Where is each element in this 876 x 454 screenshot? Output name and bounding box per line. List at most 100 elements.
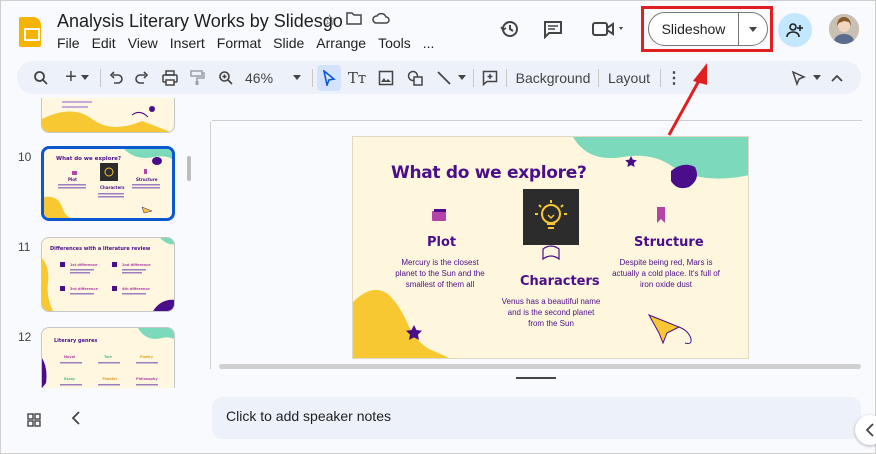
filmstrip-scrollbar[interactable] (187, 156, 191, 181)
svg-text:Philosophy: Philosophy (136, 377, 158, 381)
toolbar-divider (598, 69, 599, 87)
menu-slide[interactable]: Slide (273, 35, 310, 51)
version-history-icon[interactable] (498, 17, 522, 41)
thumb-title-10: What do we explore? (56, 156, 121, 162)
chevron-left-icon (865, 423, 874, 437)
print-icon[interactable] (158, 61, 182, 94)
structure-text[interactable]: Despite being red, Mars is actually a co… (611, 257, 721, 290)
avatar[interactable] (829, 14, 859, 44)
toolbar-divider (100, 69, 101, 87)
add-comment-icon[interactable] (478, 61, 502, 94)
zoom-value: 46% (245, 69, 274, 86)
menu-tools[interactable]: Tools (378, 35, 417, 51)
star-icon[interactable]: ☆ (323, 11, 336, 29)
slide-thumbnail-12[interactable]: Literary genres Novel Tale Poetry Essay … (41, 327, 175, 388)
slides-logo[interactable] (19, 17, 41, 47)
text-box-icon[interactable]: Tт (345, 61, 369, 94)
collapse-filmstrip-icon[interactable] (71, 411, 81, 430)
insert-image-icon[interactable] (374, 61, 398, 94)
menu-arrange[interactable]: Arrange (316, 35, 372, 51)
cloud-status-icon[interactable] (372, 11, 391, 29)
menu-edit[interactable]: Edit (92, 35, 122, 51)
redo-icon[interactable] (131, 61, 153, 94)
comments-icon[interactable] (541, 17, 565, 41)
svg-text:Tale: Tale (104, 355, 112, 359)
svg-text:1st difference: 1st difference (70, 263, 98, 267)
background-button[interactable]: Background (513, 61, 593, 94)
menu-more[interactable]: ... (423, 35, 441, 51)
svg-text:3rd difference: 3rd difference (70, 287, 98, 291)
slide-thumbnail-11[interactable]: Differences with a literature review 1st… (41, 237, 175, 312)
svg-text:Characters: Characters (100, 185, 125, 190)
slideshow-dropdown[interactable] (739, 26, 767, 32)
chevron-down-icon (293, 75, 301, 80)
speaker-notes[interactable]: Click to add speaker notes (212, 397, 861, 439)
search-menus-icon[interactable] (29, 61, 53, 94)
more-options-icon[interactable]: ⋮ (666, 61, 682, 94)
new-slide-icon[interactable]: + (59, 61, 95, 94)
zoom-icon[interactable] (214, 61, 238, 94)
filmstrip: 10 What do we explore? Plot Characters S… (1, 98, 201, 388)
thumb-title-12: Literary genres (54, 338, 97, 344)
paint-format-icon[interactable] (185, 61, 209, 94)
slide-title[interactable]: What do we explore? (391, 163, 587, 183)
speaker-notes-placeholder[interactable]: Click to add speaker notes (226, 408, 391, 424)
chevron-down-icon (749, 26, 757, 32)
toolbar-divider (660, 69, 661, 87)
chevron-down-icon (80, 75, 89, 80)
slide-editor[interactable]: What do we explore? Plot Mercury is the … (352, 136, 749, 359)
select-tool-icon[interactable] (317, 65, 341, 91)
zoom-select[interactable]: 46% (241, 61, 305, 94)
svg-text:Structure: Structure (136, 177, 158, 182)
svg-text:2nd difference: 2nd difference (122, 263, 151, 267)
ruler-left (210, 122, 211, 369)
grid-view-icon[interactable] (27, 413, 41, 430)
menu-file[interactable]: File (57, 35, 86, 51)
title-icons: ☆ (323, 11, 391, 29)
collapse-toolbar-icon[interactable] (827, 61, 847, 94)
move-folder-icon[interactable] (346, 11, 363, 29)
menu-bar: File Edit View Insert Format Slide Arran… (57, 35, 446, 51)
chevron-down-icon (458, 75, 466, 80)
chevron-down-icon (813, 75, 821, 80)
toolbar-divider (312, 69, 313, 87)
slide-thumbnail-9[interactable] (41, 98, 175, 133)
svg-text:Essay: Essay (64, 377, 76, 381)
pen-tool-icon[interactable] (786, 61, 826, 94)
ruler-top (212, 120, 862, 121)
slide-number-11: 11 (18, 240, 31, 254)
notes-resize-handle[interactable] (516, 377, 556, 379)
slide-thumbnail-10[interactable]: What do we explore? Plot Characters Stru… (41, 146, 175, 221)
plot-text[interactable]: Mercury is the closest planet to the Sun… (391, 257, 489, 290)
svg-text:4th difference: 4th difference (122, 287, 150, 291)
add-person-icon (786, 23, 803, 38)
structure-heading[interactable]: Structure (634, 235, 704, 250)
side-panel-toggle[interactable] (855, 415, 876, 445)
line-icon[interactable] (431, 61, 471, 94)
menu-insert[interactable]: Insert (170, 35, 211, 51)
menu-view[interactable]: View (128, 35, 164, 51)
lightbulb-image[interactable] (523, 189, 579, 245)
canvas-horizontal-scrollbar[interactable] (219, 364, 861, 369)
meet-icon[interactable] (589, 17, 629, 41)
layout-button[interactable]: Layout (604, 61, 654, 94)
share-button[interactable] (778, 13, 812, 47)
toolbar-divider (473, 69, 474, 87)
characters-text[interactable]: Venus has a beautiful name and is the se… (501, 296, 601, 329)
slide-number-12: 12 (18, 330, 32, 344)
slide-number-10: 10 (18, 150, 32, 164)
slideshow-button[interactable]: Slideshow (648, 12, 768, 46)
document-title[interactable]: Analysis Literary Works by Slidesgo (57, 11, 343, 32)
toolbar-divider (506, 69, 507, 87)
characters-heading[interactable]: Characters (520, 274, 600, 289)
svg-text:Poetry: Poetry (140, 355, 154, 359)
undo-icon[interactable] (105, 61, 127, 94)
shape-icon[interactable] (403, 61, 427, 94)
svg-text:Novel: Novel (64, 355, 75, 359)
svg-text:Theater: Theater (102, 377, 118, 381)
slideshow-label[interactable]: Slideshow (649, 21, 738, 37)
lightbulb-icon (535, 200, 567, 229)
plot-heading[interactable]: Plot (427, 235, 456, 250)
menu-format[interactable]: Format (217, 35, 267, 51)
svg-text:Plot: Plot (68, 177, 77, 182)
